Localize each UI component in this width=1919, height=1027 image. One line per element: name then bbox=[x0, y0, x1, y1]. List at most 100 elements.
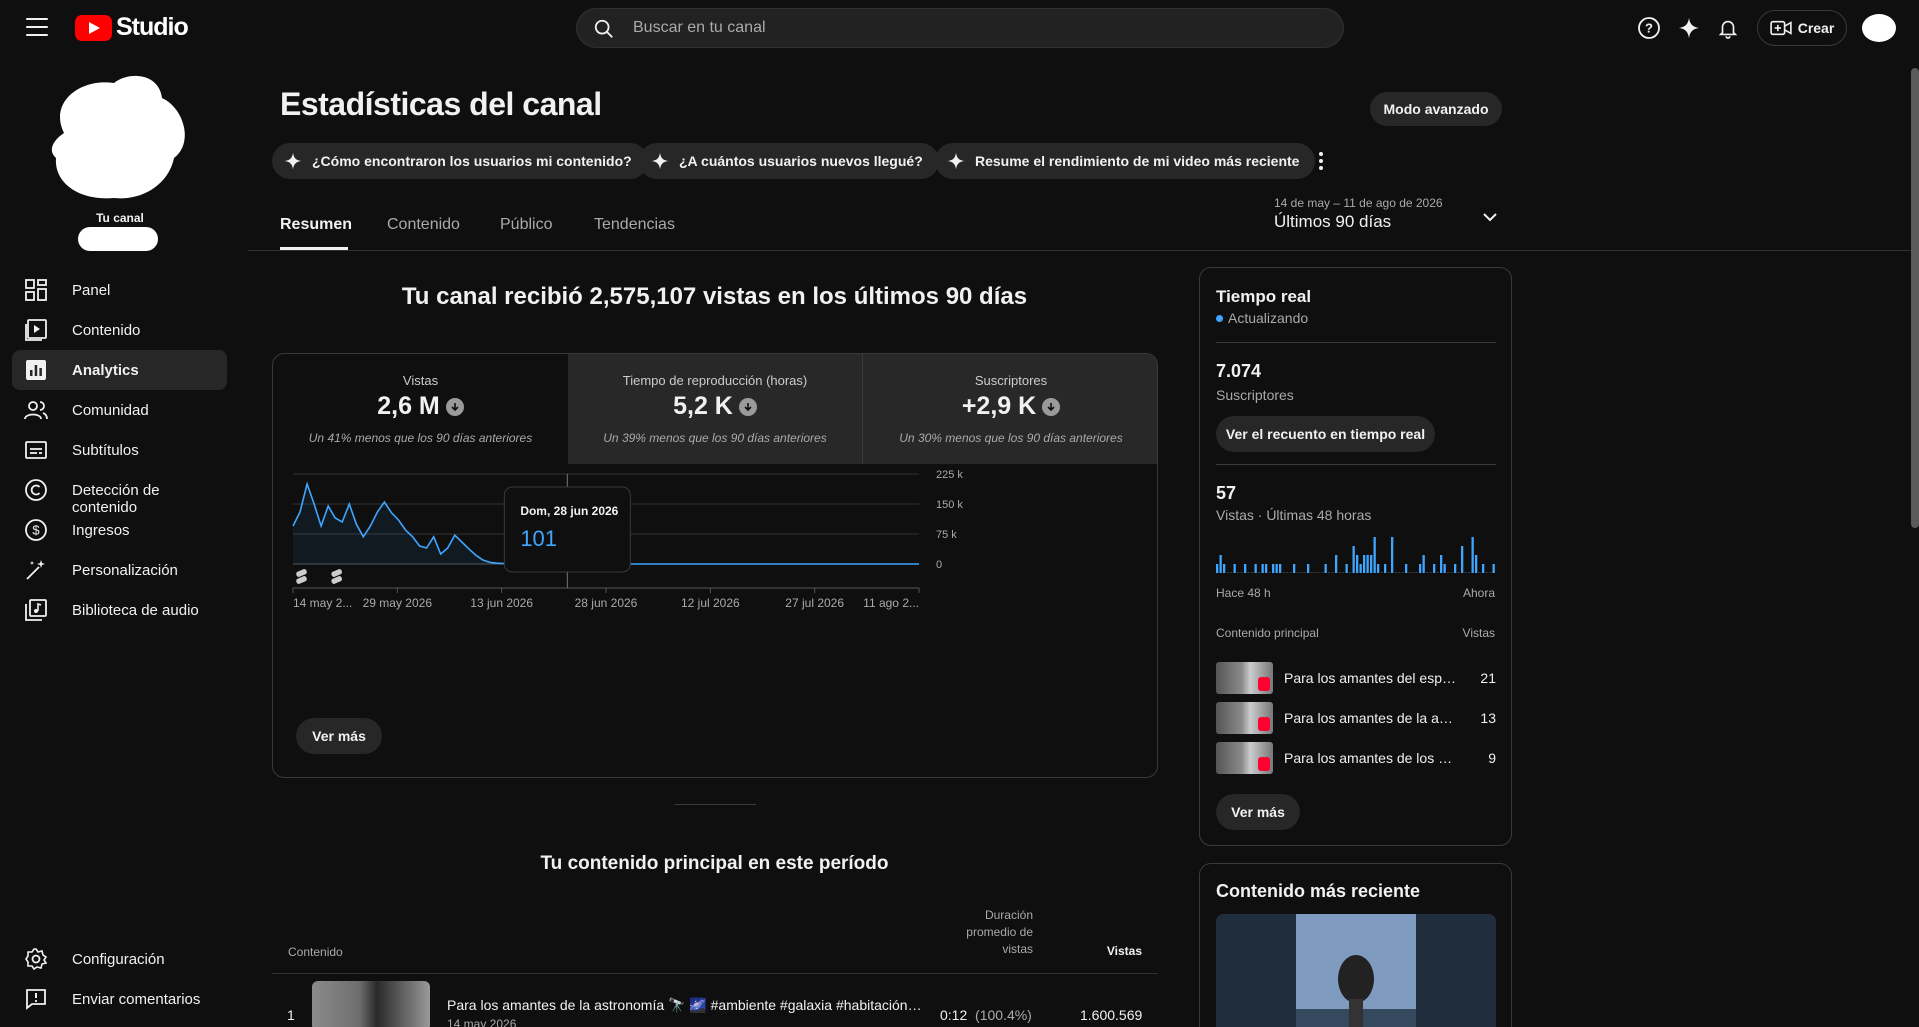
realtime-bar bbox=[1391, 537, 1394, 573]
y-tick-label: 0 bbox=[936, 559, 942, 571]
realtime-bar bbox=[1415, 572, 1418, 573]
realtime-content-item[interactable]: Para los amantes del espacio 21 bbox=[1216, 662, 1496, 696]
views-chart[interactable]: 225 k 150 k 75 k 0 14 may 2... 29 may 2026 13 … bbox=[273, 464, 1158, 694]
bell-icon[interactable] bbox=[1715, 15, 1741, 41]
realtime-content-item[interactable]: Para los amantes de la astronomía 13 bbox=[1216, 702, 1496, 736]
sidebar-item-biblioteca[interactable]: Biblioteca de audio bbox=[12, 590, 227, 630]
realtime-bar bbox=[1251, 572, 1254, 573]
metric-value-row: 5,2 K bbox=[568, 392, 862, 421]
sidebar-item-subtitulos[interactable]: Subtítulos bbox=[12, 430, 227, 470]
page-scrollbar[interactable] bbox=[1911, 68, 1919, 528]
sidebar-item-deteccion[interactable]: Detección de contenido bbox=[12, 470, 227, 516]
realtime-bar bbox=[1223, 564, 1226, 573]
realtime-bar bbox=[1478, 572, 1481, 573]
metric-value-row: 2,6 M bbox=[273, 392, 568, 421]
realtime-bar bbox=[1300, 572, 1303, 573]
feedback-icon bbox=[26, 989, 46, 1010]
video-views: 9 bbox=[1488, 750, 1496, 766]
subscriber-count: 7.074 bbox=[1216, 361, 1262, 381]
table-header-divider bbox=[272, 973, 1158, 974]
realtime-bar bbox=[1342, 572, 1345, 573]
help-icon[interactable]: ? bbox=[1636, 15, 1662, 41]
latest-content-card: Contenido más reciente bbox=[1199, 863, 1512, 1027]
realtime-see-more-button[interactable]: Ver más bbox=[1216, 794, 1300, 830]
realtime-bar bbox=[1426, 572, 1429, 573]
metric-tab-suscriptores[interactable]: Suscriptores +2,9 K Un 30% menos que los… bbox=[863, 354, 1157, 464]
sidebar-item-contenido[interactable]: Contenido bbox=[12, 310, 227, 350]
x-tick-label: 29 may 2026 bbox=[363, 596, 433, 610]
channel-avatar[interactable] bbox=[44, 73, 192, 201]
x-tick-label: 14 may 2... bbox=[293, 596, 352, 610]
metric-tab-tiempo[interactable]: Tiempo de reproducción (horas) 5,2 K Un … bbox=[568, 354, 863, 464]
dashboard-icon bbox=[25, 279, 47, 301]
realtime-bar bbox=[1419, 564, 1422, 573]
sidebar-item-panel[interactable]: Panel bbox=[12, 270, 227, 310]
more-options-icon[interactable] bbox=[1314, 149, 1328, 173]
svg-text:?: ? bbox=[1645, 21, 1653, 36]
metric-compare: Un 30% menos que los 90 días anteriores bbox=[899, 431, 1123, 445]
x-tick-label: 27 jul 2026 bbox=[785, 596, 844, 610]
x-tick-label: 12 jul 2026 bbox=[681, 596, 740, 610]
realtime-bar bbox=[1216, 564, 1219, 573]
latest-thumbnail-art bbox=[1216, 914, 1496, 1027]
realtime-content-item[interactable]: Para los amantes de los agujeros negros … bbox=[1216, 742, 1496, 776]
sparkle-icon[interactable] bbox=[1676, 15, 1702, 41]
col-header-views[interactable]: Vistas bbox=[1080, 944, 1142, 958]
metric-value: 2,6 M bbox=[377, 392, 440, 420]
realtime-bar bbox=[1268, 572, 1271, 573]
shorts-icon bbox=[1258, 677, 1270, 691]
video-title: Para los amantes de la astronomía bbox=[1284, 710, 1459, 726]
ai-prompt-chip[interactable]: ¿Cómo encontraron los usuarios mi conten… bbox=[272, 143, 648, 179]
sidebar-item-enviar-comentarios[interactable]: Enviar comentarios bbox=[12, 979, 227, 1019]
chevron-down-icon[interactable] bbox=[1480, 207, 1500, 227]
search-input[interactable] bbox=[633, 9, 1313, 47]
see-more-button[interactable]: Ver más bbox=[296, 718, 382, 754]
realtime-bar bbox=[1359, 564, 1362, 573]
realtime-bar bbox=[1356, 555, 1359, 573]
ai-prompt-chip[interactable]: ¿A cuántos usuarios nuevos llegué? bbox=[639, 143, 939, 179]
tab-tendencias[interactable]: Tendencias bbox=[594, 216, 675, 234]
realtime-bar bbox=[1244, 564, 1247, 573]
video-thumbnail[interactable] bbox=[312, 981, 430, 1027]
sidebar-item-personalizacion[interactable]: Personalización bbox=[12, 550, 227, 590]
video-title[interactable]: Para los amantes de la astronomía 🔭 🌌 #a… bbox=[447, 997, 922, 1014]
sparkle-icon bbox=[651, 152, 669, 170]
realtime-bar-chart[interactable] bbox=[1216, 533, 1496, 578]
advanced-mode-button[interactable]: Modo avanzado bbox=[1370, 92, 1502, 126]
menu-icon[interactable] bbox=[26, 18, 48, 36]
latest-video-thumbnail[interactable] bbox=[1216, 914, 1496, 1027]
shorts-marker-icon bbox=[331, 569, 342, 584]
channel-name[interactable] bbox=[78, 227, 158, 251]
realtime-bar bbox=[1436, 572, 1439, 573]
tab-resumen[interactable]: Resumen bbox=[280, 216, 352, 234]
sidebar-item-comunidad[interactable]: Comunidad bbox=[12, 390, 227, 430]
video-thumbnail bbox=[1216, 662, 1273, 694]
tab-contenido[interactable]: Contenido bbox=[387, 216, 460, 234]
sidebar-item-analytics[interactable]: Analytics bbox=[12, 350, 227, 390]
sidebar-item-ingresos[interactable]: $ Ingresos bbox=[12, 510, 227, 550]
col-header-duration[interactable]: Duración promedio de vistas bbox=[955, 907, 1033, 958]
chip-label: ¿A cuántos usuarios nuevos llegué? bbox=[679, 153, 923, 169]
create-button[interactable]: Crear bbox=[1757, 10, 1847, 46]
realtime-bar bbox=[1461, 546, 1464, 573]
studio-logo[interactable]: Studio bbox=[75, 13, 189, 42]
shorts-icon bbox=[1258, 717, 1270, 731]
tab-publico[interactable]: Público bbox=[500, 216, 552, 234]
arrow-down-icon bbox=[738, 397, 757, 416]
realtime-bar bbox=[1314, 572, 1317, 573]
realtime-count-button[interactable]: Ver el recuento en tiempo real bbox=[1216, 416, 1435, 452]
sidebar-item-label: Subtítulos bbox=[72, 442, 139, 459]
ai-prompt-chip[interactable]: Resume el rendimiento de mi video más re… bbox=[935, 143, 1316, 179]
date-selector[interactable]: Últimos 90 días bbox=[1274, 212, 1391, 232]
metric-tab-vistas[interactable]: Vistas 2,6 M Un 41% menos que los 90 día… bbox=[273, 354, 568, 464]
realtime-views-count: 57 bbox=[1216, 483, 1237, 503]
metric-value: 5,2 K bbox=[673, 392, 733, 420]
realtime-bar bbox=[1366, 555, 1369, 573]
sidebar-item-label: Ingresos bbox=[72, 522, 130, 539]
account-avatar[interactable] bbox=[1862, 14, 1896, 42]
community-icon bbox=[24, 401, 48, 420]
shorts-icon bbox=[1258, 757, 1270, 771]
realtime-bar bbox=[1454, 564, 1457, 573]
sidebar-item-configuracion[interactable]: Configuración bbox=[12, 939, 227, 979]
realtime-bar bbox=[1352, 546, 1355, 573]
